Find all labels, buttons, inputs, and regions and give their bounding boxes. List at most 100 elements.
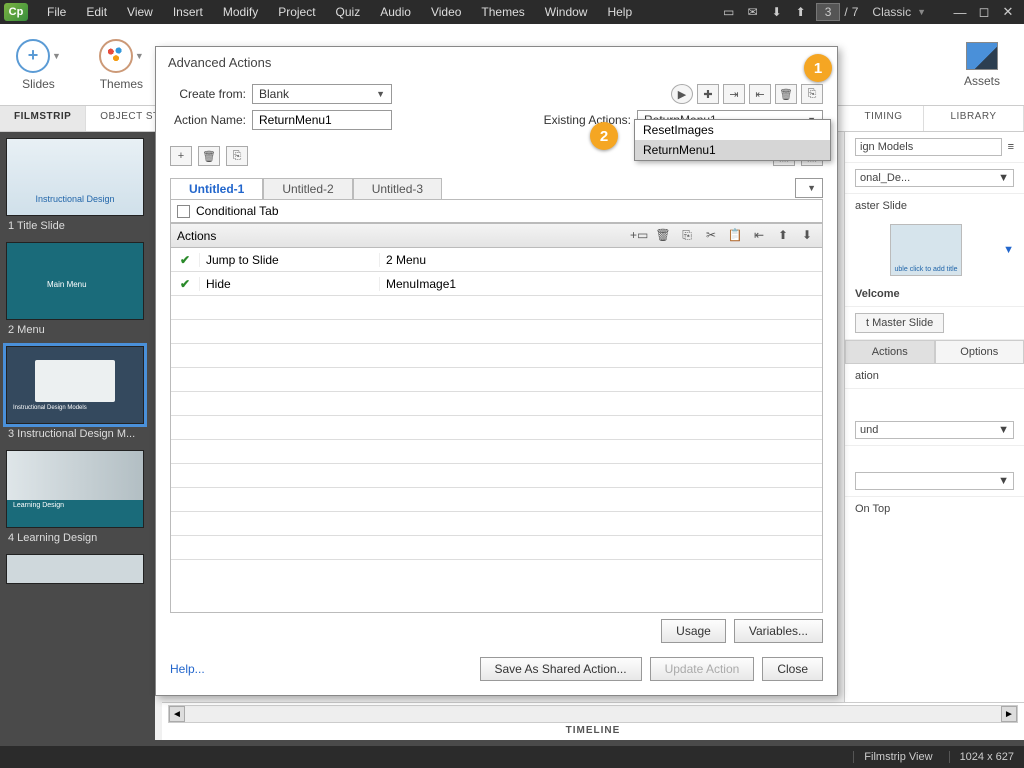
- help-link[interactable]: Help...: [170, 662, 205, 676]
- master-name: Velcome: [845, 282, 1024, 307]
- maximize-button[interactable]: ◻: [972, 2, 996, 22]
- palette-icon: [99, 39, 133, 73]
- variables-button[interactable]: Variables...: [734, 619, 823, 643]
- delete-row-icon[interactable]: 🗑: [654, 228, 672, 243]
- existing-actions-dropdown: ResetImages ReturnMenu1: [634, 119, 831, 161]
- conditional-label: Conditional Tab: [196, 204, 279, 218]
- action-name-input[interactable]: [252, 110, 392, 130]
- assets-icon: [966, 42, 998, 70]
- table-row[interactable]: ✔ Hide MenuImage1: [171, 272, 822, 296]
- status-view: Filmstrip View: [853, 751, 932, 763]
- properties-panel: ign Models ≡ onal_De...▼ aster Slide uble…: [844, 132, 1024, 740]
- table-row[interactable]: ✔ Jump to Slide 2 Menu: [171, 248, 822, 272]
- create-from-select[interactable]: Blank▼: [252, 84, 392, 104]
- usage-button[interactable]: Usage: [661, 619, 726, 643]
- theme-select[interactable]: ign Models: [855, 138, 1002, 156]
- tab-filmstrip[interactable]: FILMSTRIP: [0, 106, 86, 131]
- minimize-button[interactable]: —: [948, 2, 972, 22]
- insert-row-icon[interactable]: ⇤: [750, 228, 768, 243]
- slide-thumb-5[interactable]: [6, 554, 149, 584]
- callout-2: 2: [590, 122, 618, 150]
- tab-untitled-3[interactable]: Untitled-3: [353, 178, 442, 199]
- upload-icon[interactable]: ⬆: [792, 5, 810, 19]
- slide-thumb-4[interactable]: Learning Design 4 Learning Design: [6, 450, 149, 544]
- tab-untitled-2[interactable]: Untitled-2: [263, 178, 352, 199]
- dialog-title: Advanced Actions: [156, 47, 837, 78]
- menu-audio[interactable]: Audio: [371, 2, 420, 22]
- current-page[interactable]: 3: [816, 3, 841, 21]
- dropdown-option-resetimages[interactable]: ResetImages: [635, 120, 830, 140]
- add-slide-icon: +: [16, 39, 50, 73]
- menu-window[interactable]: Window: [536, 2, 597, 22]
- menu-icon[interactable]: ≡: [1008, 141, 1014, 153]
- dropdown-option-returnmenu1[interactable]: ReturnMenu1: [635, 140, 830, 160]
- menu-file[interactable]: File: [38, 2, 75, 22]
- move-up-icon[interactable]: ⬆: [774, 228, 792, 243]
- menu-quiz[interactable]: Quiz: [327, 2, 370, 22]
- menu-video[interactable]: Video: [422, 2, 470, 22]
- tab-timing[interactable]: TIMING: [844, 106, 924, 131]
- slide-thumb-2[interactable]: Main Menu 2 Menu: [6, 242, 149, 336]
- add-tab-icon[interactable]: +: [170, 146, 192, 166]
- rp-tab-actions[interactable]: Actions: [845, 340, 935, 364]
- preview-action-icon[interactable]: ▶: [671, 84, 693, 104]
- action-tabs: Untitled-1 Untitled-2 Untitled-3 ▼: [170, 178, 823, 199]
- slide-type-select[interactable]: onal_De...▼: [855, 169, 1014, 187]
- timeline-panel: ◄► TIMELINE: [162, 702, 1024, 740]
- tab-library[interactable]: LIBRARY: [924, 106, 1024, 131]
- paste-row-icon[interactable]: 📋: [726, 228, 744, 243]
- create-from-label: Create from:: [170, 87, 246, 101]
- slide-thumb-1[interactable]: Instructional Design 1 Title Slide: [6, 138, 149, 232]
- delete-action-icon[interactable]: 🗑: [775, 84, 797, 104]
- download-icon[interactable]: ⬇: [768, 5, 786, 19]
- tab-untitled-1[interactable]: Untitled-1: [170, 178, 263, 200]
- themes-tool[interactable]: ▼ Themes: [89, 35, 154, 95]
- tab-overflow-select[interactable]: ▼: [795, 178, 823, 198]
- callout-1: 1: [804, 54, 832, 82]
- copy-row-icon[interactable]: ⎘: [678, 228, 696, 243]
- master-slide-thumb[interactable]: uble click to add title: [890, 224, 962, 276]
- menu-view[interactable]: View: [118, 2, 162, 22]
- close-button[interactable]: Close: [762, 657, 823, 681]
- action-name-label: Action Name:: [170, 113, 246, 127]
- preview-icon[interactable]: ▭: [720, 5, 738, 19]
- move-down-icon[interactable]: ⬇: [798, 228, 816, 243]
- timeline-label[interactable]: TIMELINE: [162, 723, 1024, 738]
- close-window-button[interactable]: ✕: [996, 2, 1020, 22]
- mail-icon[interactable]: ✉: [744, 5, 762, 19]
- menu-modify[interactable]: Modify: [214, 2, 267, 22]
- menu-project[interactable]: Project: [269, 2, 324, 22]
- cut-row-icon[interactable]: ✂: [702, 228, 720, 243]
- menu-insert[interactable]: Insert: [164, 2, 212, 22]
- update-action-button[interactable]: Update Action: [650, 657, 755, 681]
- page-indicator: 3 / 7: [816, 3, 859, 21]
- save-shared-button[interactable]: Save As Shared Action...: [480, 657, 642, 681]
- export-icon[interactable]: ⇤: [749, 84, 771, 104]
- total-pages: 7: [852, 5, 859, 19]
- add-row-icon[interactable]: +▭: [630, 228, 648, 243]
- workspace-select[interactable]: Classic▼: [864, 3, 934, 21]
- status-dimensions: 1024 x 627: [949, 751, 1014, 763]
- import-icon[interactable]: ⇥: [723, 84, 745, 104]
- chevron-down-icon[interactable]: ▼: [1003, 244, 1014, 256]
- slide-thumb-3[interactable]: Instructional Design Models 3 Instructio…: [6, 346, 149, 440]
- menu-help[interactable]: Help: [598, 2, 641, 22]
- timeline-scrollbar[interactable]: ◄►: [168, 705, 1018, 723]
- assets-tool[interactable]: Assets: [954, 38, 1010, 92]
- reset-master-button[interactable]: t Master Slide: [855, 313, 944, 333]
- copy-tab-icon[interactable]: ⎘: [226, 146, 248, 166]
- menubar: File Edit View Insert Modify Project Qui…: [38, 2, 720, 22]
- add-action-icon[interactable]: ✚: [697, 84, 719, 104]
- background-select[interactable]: und▼: [855, 421, 1014, 439]
- existing-actions-label: Existing Actions:: [544, 113, 631, 127]
- duplicate-icon[interactable]: ⎘: [801, 84, 823, 104]
- check-icon: ✔: [171, 253, 199, 267]
- menu-themes[interactable]: Themes: [472, 2, 533, 22]
- delete-tab-icon[interactable]: 🗑: [198, 146, 220, 166]
- layer-select[interactable]: ▼: [855, 472, 1014, 490]
- menu-edit[interactable]: Edit: [77, 2, 116, 22]
- rp-tab-options[interactable]: Options: [935, 340, 1024, 364]
- master-slide-label: aster Slide: [855, 200, 907, 212]
- conditional-checkbox[interactable]: [177, 205, 190, 218]
- slides-tool[interactable]: +▼ Slides: [6, 35, 71, 95]
